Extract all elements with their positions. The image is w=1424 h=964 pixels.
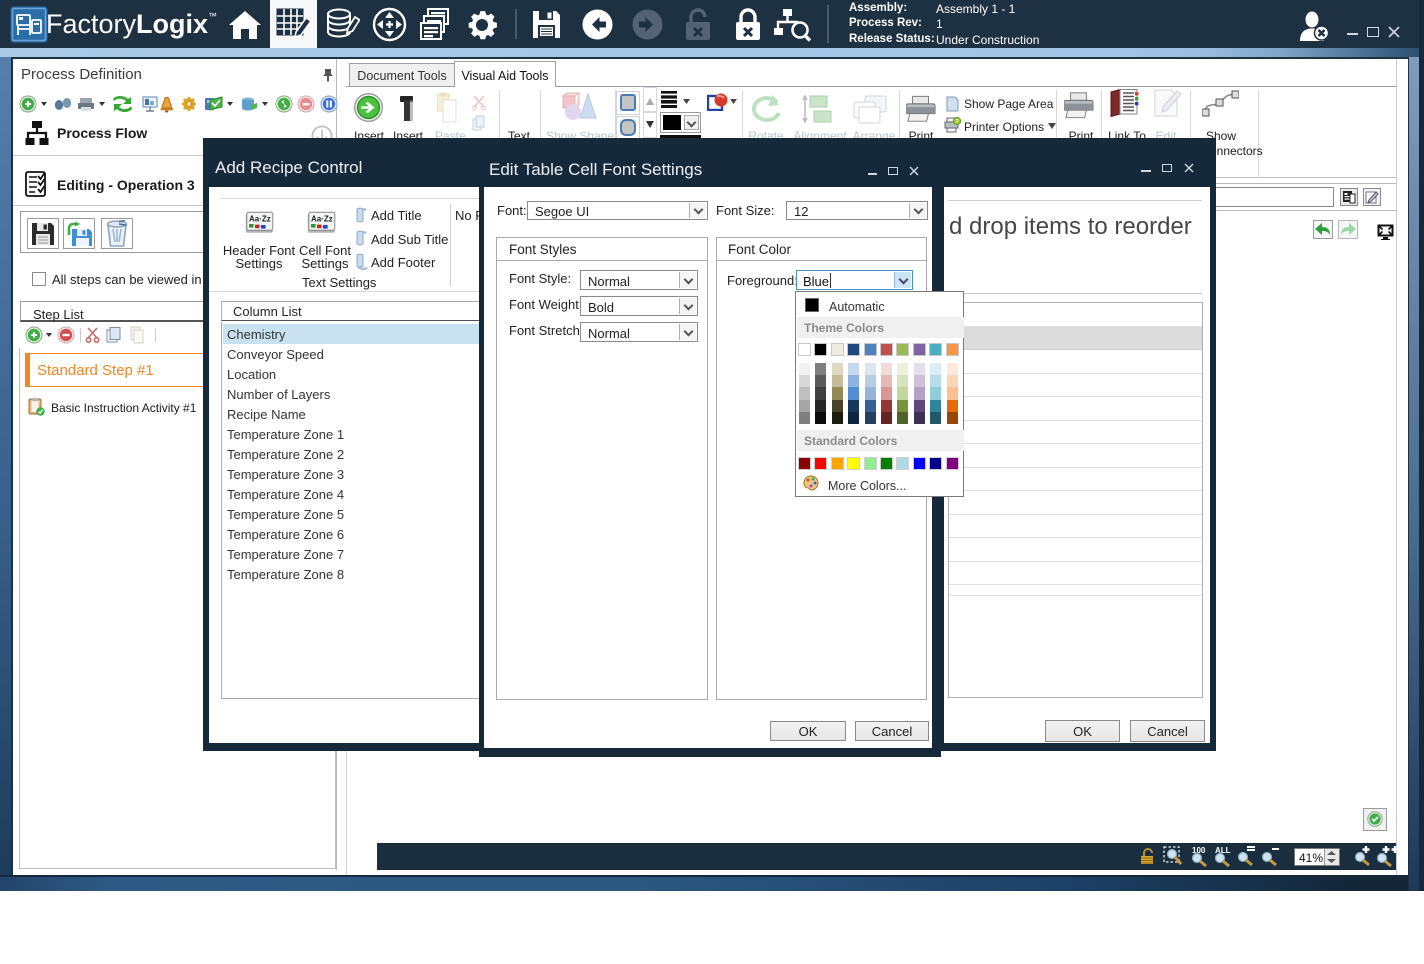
svg-text:Aa·Zz: Aa·Zz	[311, 215, 333, 224]
svg-text:?: ?	[955, 119, 958, 125]
svg-text:Aa·Zz: Aa·Zz	[249, 215, 271, 224]
